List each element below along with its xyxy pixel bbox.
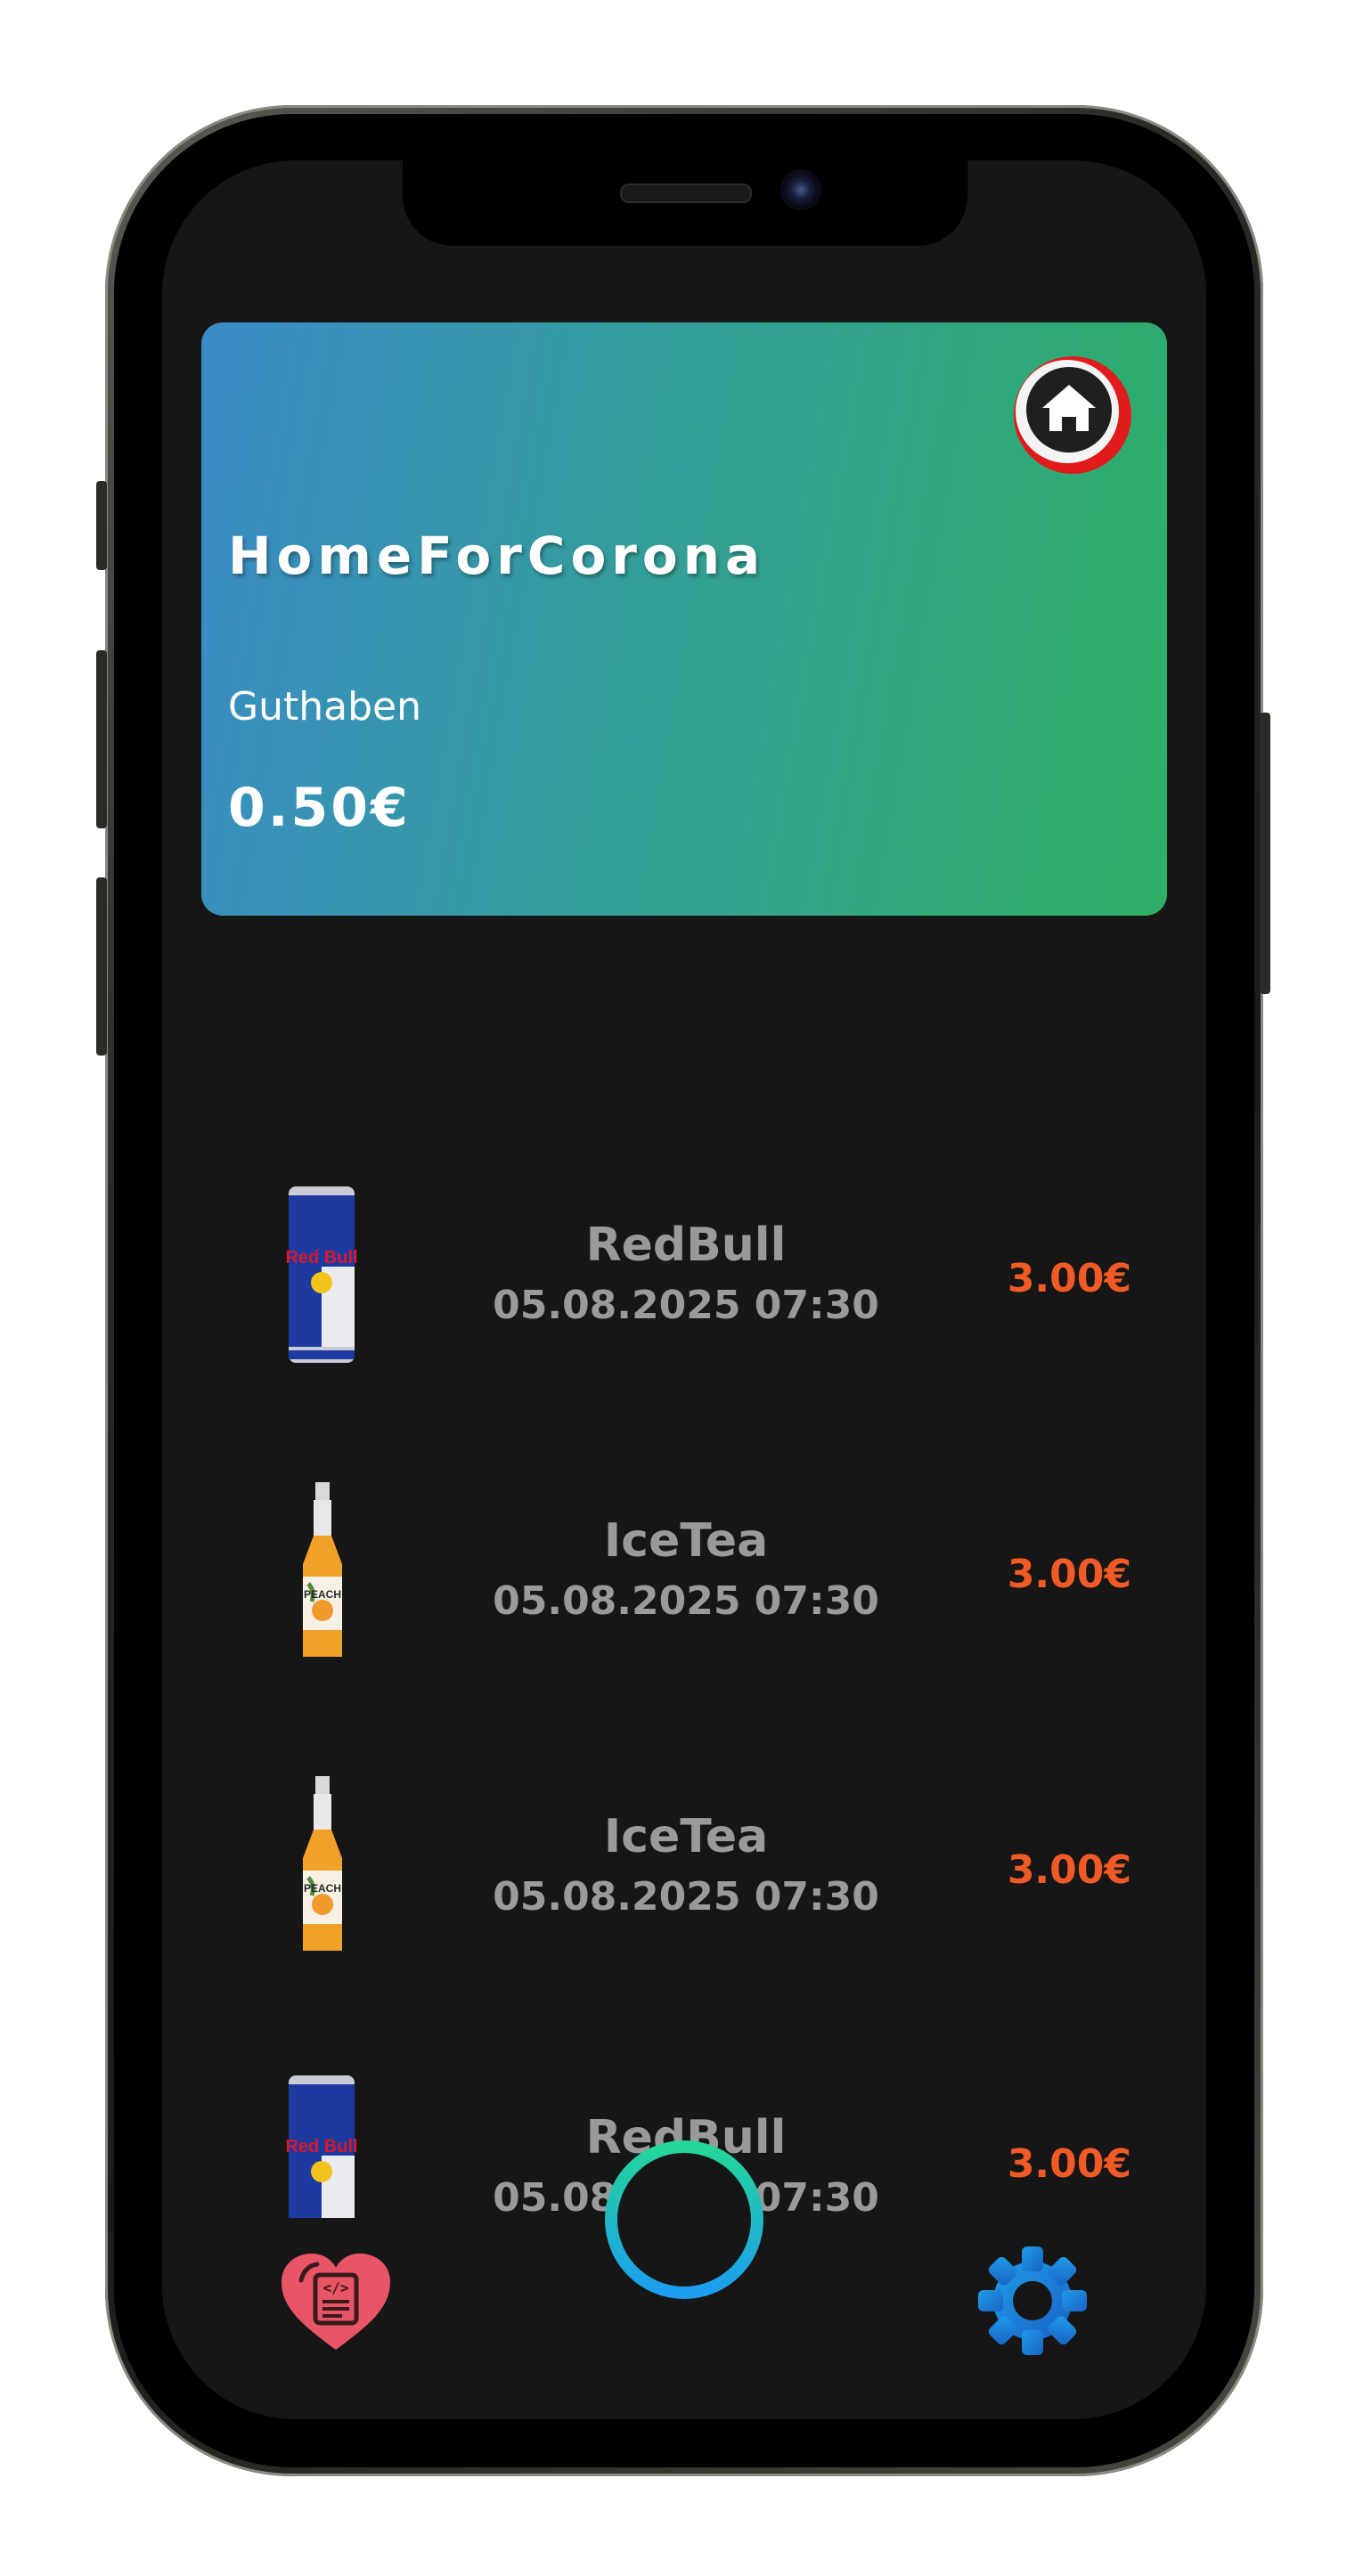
- add-button[interactable]: [602, 2138, 766, 2302]
- gear-icon: [978, 2246, 1087, 2355]
- side-button-volume-up: [96, 650, 107, 828]
- transaction-name: RedBull: [585, 1219, 787, 1272]
- transaction-price: 3.00€: [1007, 1552, 1131, 1597]
- icetea-bottle-image: PEACH: [303, 1776, 342, 1951]
- side-button-silent: [96, 481, 107, 570]
- home-button[interactable]: [1012, 355, 1133, 476]
- settings-nav-button[interactable]: [975, 2243, 1090, 2359]
- transaction-name: IceTea: [603, 1514, 769, 1568]
- redbull-can-image: Red Bull: [285, 2075, 358, 2218]
- balance-value: 0.50€: [228, 777, 411, 839]
- svg-text:PEACH: PEACH: [304, 1882, 341, 1895]
- balance-label: Guthaben: [228, 684, 421, 730]
- front-camera: [780, 169, 821, 210]
- add-icon: [605, 2140, 763, 2299]
- speaker: [620, 183, 752, 203]
- transaction-price: 3.00€: [1007, 1256, 1131, 1301]
- favorites-nav-button[interactable]: </>: [278, 2250, 394, 2353]
- transaction-datetime: 05.08.2025 07:30: [493, 1283, 879, 1328]
- svg-text:Red Bull: Red Bull: [285, 1248, 357, 1268]
- svg-text:</>: </>: [323, 2279, 349, 2296]
- svg-text:Red Bull: Red Bull: [285, 2137, 357, 2156]
- side-button-volume-down: [96, 877, 107, 1056]
- transaction-datetime: 05.08.2025 07:30: [493, 1874, 879, 1920]
- svg-text:PEACH: PEACH: [304, 1588, 341, 1601]
- account-title: HomeForCorona: [228, 526, 766, 586]
- redbull-can-image: Red Bull: [285, 1186, 358, 1363]
- home-icon: [1014, 356, 1131, 474]
- transaction-datetime: 05.08.2025 07:30: [493, 1578, 879, 1624]
- icetea-bottle-image: PEACH: [303, 1482, 342, 1657]
- transaction-name: IceTea: [603, 1810, 769, 1863]
- heart-code-icon: </>: [282, 2254, 390, 2350]
- transaction-price: 3.00€: [1007, 2141, 1131, 2187]
- side-button-power: [1260, 713, 1270, 994]
- transaction-price: 3.00€: [1007, 1847, 1131, 1893]
